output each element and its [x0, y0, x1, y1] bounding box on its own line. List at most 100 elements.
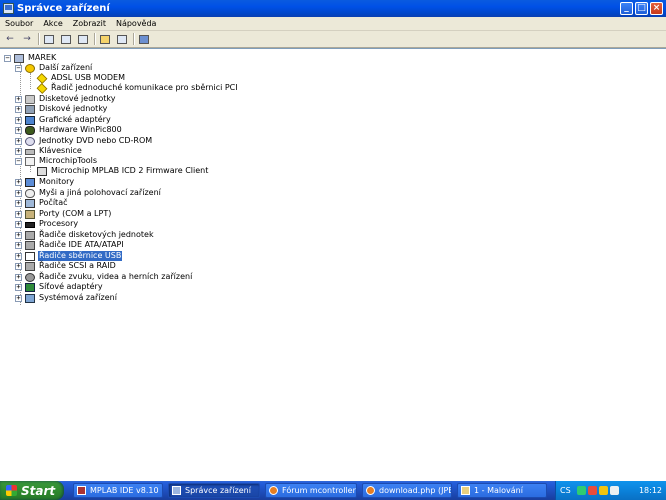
mplab-icon	[77, 486, 86, 495]
menu-help[interactable]: Nápověda	[111, 19, 162, 28]
taskbar-item-paint[interactable]: 1 - Malování	[457, 483, 547, 498]
collapse-toggle[interactable]: −	[15, 158, 22, 165]
expand-toggle[interactable]: +	[15, 253, 22, 260]
collapse-toggle[interactable]: −	[4, 55, 11, 62]
tree-node-label: Porty (COM a LPT)	[39, 209, 112, 218]
tray-app-icon[interactable]	[598, 486, 608, 495]
tree-node-ide-controllers[interactable]: + Řadiče IDE ATA/ATAPI	[15, 240, 125, 250]
menu-file[interactable]: Soubor	[0, 19, 38, 28]
expand-toggle[interactable]: +	[15, 127, 22, 134]
tree-node-floppy-controllers[interactable]: + Řadiče disketových jednotek	[15, 230, 155, 240]
expand-toggle[interactable]: +	[15, 274, 22, 281]
tree-node-mice[interactable]: + Myši a jiná polohovací zařízení	[15, 188, 162, 198]
menu-bar: Soubor Akce Zobrazit Nápověda	[0, 17, 666, 31]
tree-node-label: Další zařízení	[39, 63, 93, 72]
tray-volume-icon[interactable]	[609, 486, 619, 495]
menu-action[interactable]: Akce	[38, 19, 67, 28]
expand-toggle[interactable]: +	[15, 200, 22, 207]
toolbar-separator	[133, 33, 134, 45]
print-icon	[78, 34, 88, 44]
tree-node-network-adapters[interactable]: + Síťové adaptéry	[15, 282, 104, 292]
tree-node-scsi-raid[interactable]: + Řadiče SCSI a RAID	[15, 261, 117, 271]
tree-node-keyboards[interactable]: + Klávesnice	[15, 146, 83, 156]
expand-toggle[interactable]: +	[15, 263, 22, 270]
tree-node-computer[interactable]: + Počítač	[15, 198, 69, 208]
tree-node-microchiptools[interactable]: − MicrochipTools	[15, 156, 98, 166]
properties-button[interactable]	[59, 33, 73, 45]
tree-node-floppy-drives[interactable]: + Disketové jednotky	[15, 94, 116, 104]
tree-node-pci-controller[interactable]: Řadič jednoduché komunikace pro sběrnici…	[36, 82, 239, 94]
start-label: Start	[21, 483, 56, 498]
firefox-icon	[269, 486, 278, 495]
tree-node-usb-controllers[interactable]: + Řadiče sběrnice USB	[15, 251, 123, 261]
tree-node-disk-drives[interactable]: + Diskové jednotky	[15, 104, 108, 114]
forward-button[interactable]: →	[20, 33, 34, 45]
expand-toggle[interactable]: +	[15, 179, 22, 186]
tree-node-sound-video[interactable]: + Řadiče zvuku, videa a herních zařízení	[15, 272, 193, 282]
print-button[interactable]	[76, 33, 90, 45]
expand-toggle[interactable]: +	[15, 96, 22, 103]
maximize-button[interactable]: □	[635, 2, 648, 15]
taskbar-item-label: Správce zařízení	[185, 486, 251, 495]
expand-toggle[interactable]: +	[15, 211, 22, 218]
warning-icon	[36, 82, 48, 94]
tree-root[interactable]: − MAREK	[4, 53, 57, 63]
tree-node-ports[interactable]: + Porty (COM a LPT)	[15, 209, 112, 219]
close-button[interactable]: ×	[650, 2, 663, 15]
tree-node-label: Řadič jednoduché komunikace pro sběrnici…	[51, 83, 238, 92]
device-manager-icon	[172, 486, 181, 495]
tree-node-label: Microchip MPLAB ICD 2 Firmware Client	[51, 166, 209, 175]
window-controls: _ □ ×	[620, 2, 663, 15]
tree-node-adsl-modem[interactable]: ADSL USB MODEM	[36, 72, 126, 84]
expand-toggle[interactable]: +	[15, 117, 22, 124]
taskbar-item-forum[interactable]: Fórum mcontrollers...	[265, 483, 357, 498]
tree-node-label: Systémová zařízení	[39, 293, 117, 302]
expand-toggle[interactable]: +	[15, 138, 22, 145]
start-button[interactable]: Start	[0, 481, 64, 500]
tree-node-processors[interactable]: + Procesory	[15, 219, 79, 229]
view-icon	[117, 34, 127, 44]
view-button[interactable]	[115, 33, 129, 45]
tree-node-winpic800[interactable]: + Hardware WinPic800	[15, 125, 123, 135]
back-button[interactable]: ←	[3, 33, 17, 45]
tray-antivirus-icon[interactable]	[587, 486, 597, 495]
tree-node-label: Hardware WinPic800	[39, 125, 122, 134]
chip-icon	[25, 156, 35, 166]
expand-toggle[interactable]: +	[15, 221, 22, 228]
menu-view[interactable]: Zobrazit	[68, 19, 111, 28]
help-button[interactable]	[98, 33, 112, 45]
expand-toggle[interactable]: +	[15, 295, 22, 302]
minimize-button[interactable]: _	[620, 2, 633, 15]
tree-node-other-devices[interactable]: − Další zařízení	[15, 63, 93, 73]
taskbar-item-label: 1 - Malování	[474, 486, 523, 495]
tree-guide-line	[30, 166, 31, 172]
taskbar-item-download[interactable]: download.php (JPE...	[362, 483, 452, 498]
tree-node-display-adapters[interactable]: + Grafické adaptéry	[15, 115, 112, 125]
tree-node-monitors[interactable]: + Monitory	[15, 177, 75, 187]
taskbar-item-device-manager[interactable]: Správce zařízení	[168, 483, 260, 498]
mouse-icon	[25, 188, 35, 198]
tray-network-icon[interactable]	[576, 486, 586, 495]
expand-toggle[interactable]: +	[15, 148, 22, 155]
title-bar[interactable]: Správce zařízení _ □ ×	[0, 0, 666, 17]
toolbar: ← →	[0, 31, 666, 48]
expand-toggle[interactable]: +	[15, 242, 22, 249]
tree-node-system-devices[interactable]: + Systémová zařízení	[15, 293, 118, 303]
clock[interactable]: 18:12	[639, 486, 662, 495]
tree-node-dvd-cdrom[interactable]: + Jednotky DVD nebo CD-ROM	[15, 136, 153, 146]
processor-icon	[25, 222, 35, 228]
display-adapter-icon	[25, 115, 35, 125]
tree-node-label: Myši a jiná polohovací zařízení	[39, 188, 161, 197]
tree-node-label: Počítač	[39, 198, 68, 207]
expand-toggle[interactable]: +	[15, 232, 22, 239]
computer-icon	[25, 198, 35, 208]
expand-toggle[interactable]: +	[15, 190, 22, 197]
language-indicator[interactable]: CS	[560, 486, 571, 495]
scan-hardware-button[interactable]	[137, 33, 151, 45]
expand-toggle[interactable]: +	[15, 284, 22, 291]
taskbar-item-mplab[interactable]: MPLAB IDE v8.10	[73, 483, 163, 498]
expand-toggle[interactable]: +	[15, 106, 22, 113]
collapse-toggle[interactable]: −	[15, 65, 22, 72]
up-button[interactable]	[42, 33, 56, 45]
tree-node-mplab-icd2[interactable]: Microchip MPLAB ICD 2 Firmware Client	[37, 166, 209, 176]
